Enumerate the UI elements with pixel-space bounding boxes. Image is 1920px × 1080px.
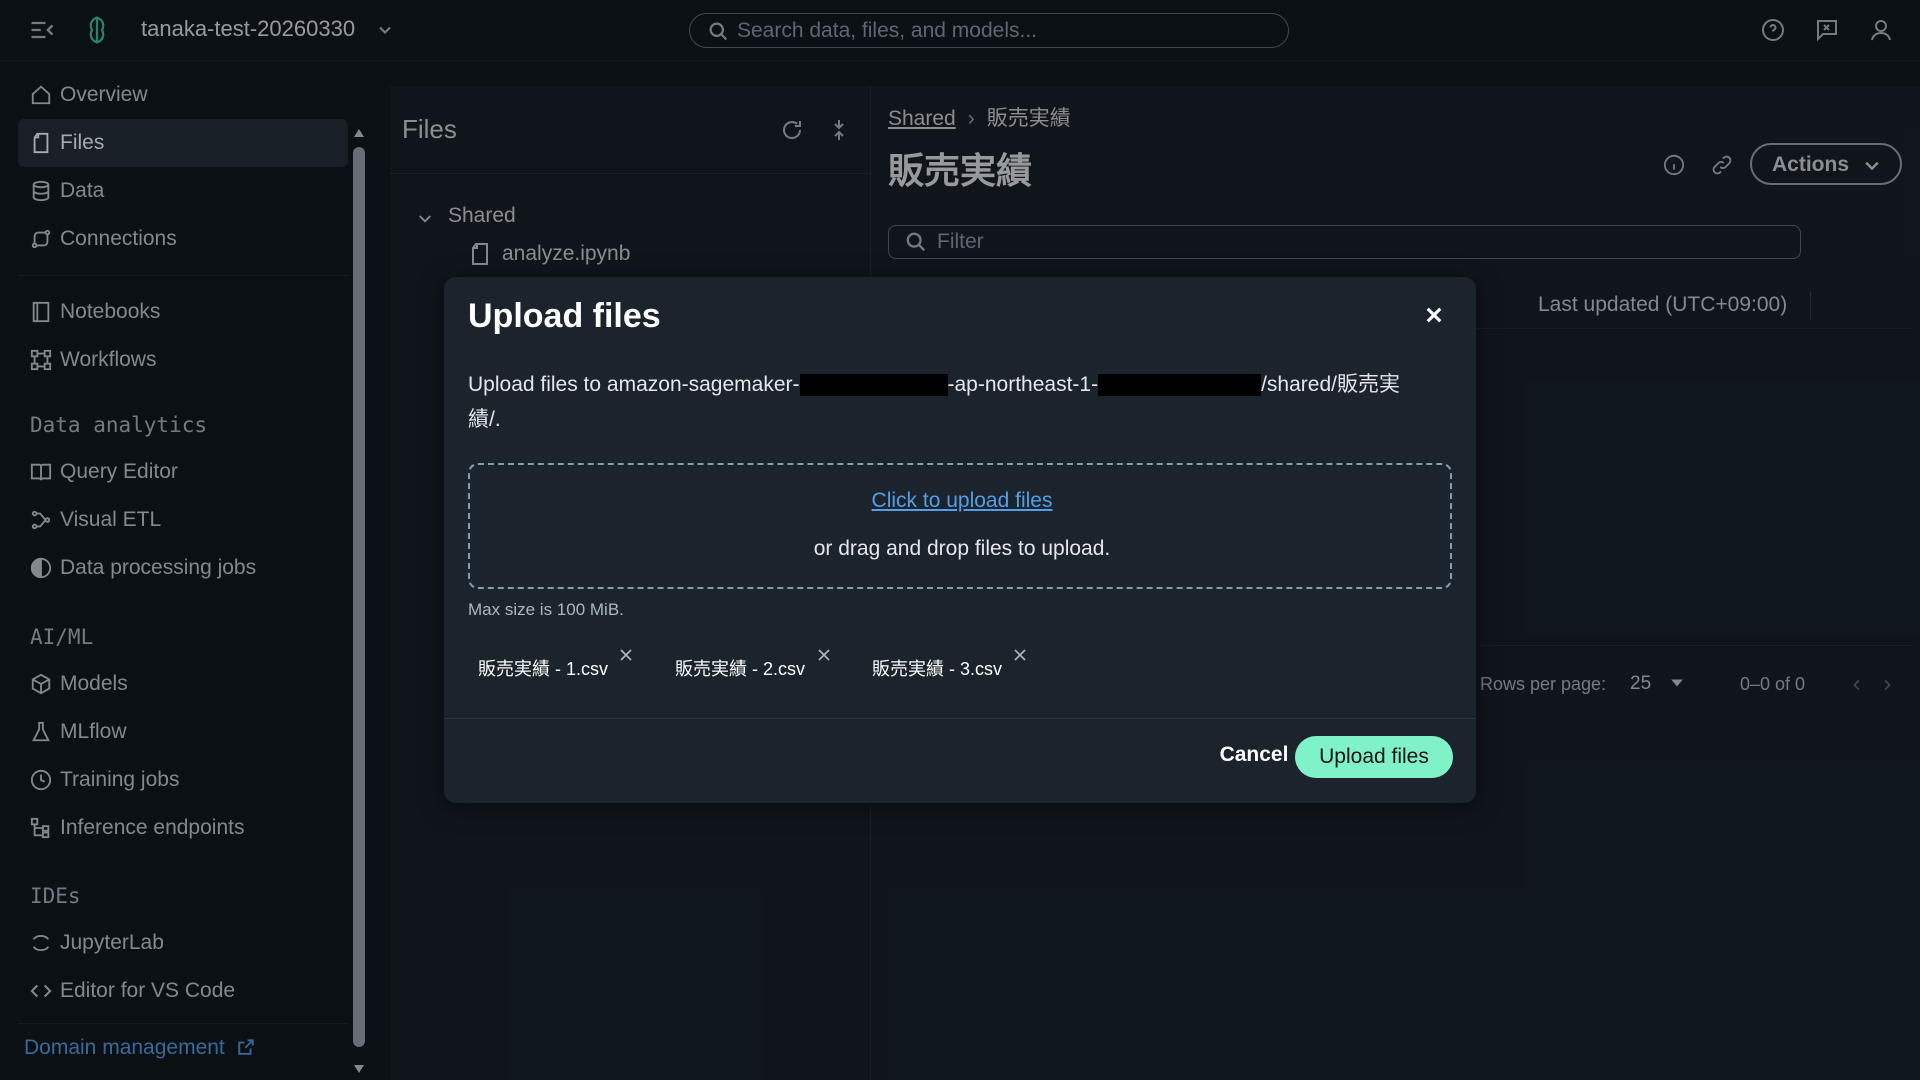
modal-title: Upload files bbox=[468, 297, 661, 335]
drop-instructions: or drag and drop files to upload. bbox=[813, 537, 1111, 560]
destination-prefix: Upload files to amazon-sagemaker- bbox=[468, 373, 800, 396]
modal-footer-divider bbox=[444, 718, 1476, 719]
selected-file-name: 販売実績 - 2.csv bbox=[675, 659, 806, 679]
file-dropzone[interactable]: Click to upload files or drag and drop f… bbox=[468, 463, 1452, 589]
redacted-bucket-id bbox=[1098, 374, 1262, 397]
upload-button-label: Upload files bbox=[1319, 745, 1429, 768]
selected-file-name: 販売実績 - 1.csv bbox=[478, 659, 609, 679]
click-to-upload-link[interactable]: Click to upload files bbox=[470, 489, 1454, 513]
destination-suffix: /shared/販売実 bbox=[1261, 373, 1400, 396]
upload-files-modal: Upload files Upload files to amazon-sage… bbox=[444, 277, 1476, 803]
upload-files-button[interactable]: Upload files bbox=[1295, 736, 1453, 778]
destination-region: -ap-northeast-1- bbox=[947, 373, 1099, 396]
selected-file-chip: 販売実績 - 2.csv bbox=[665, 645, 845, 685]
remove-file-icon[interactable] bbox=[1010, 645, 1030, 665]
destination-suffix-line2: 績/. bbox=[468, 408, 501, 431]
redacted-account-id bbox=[799, 374, 948, 397]
remove-file-icon[interactable] bbox=[814, 645, 834, 665]
max-size-hint: Max size is 100 MiB. bbox=[468, 600, 624, 619]
close-icon[interactable] bbox=[1419, 300, 1449, 330]
upload-destination-text: Upload files to amazon-sagemaker- -ap-nor… bbox=[468, 367, 1458, 437]
selected-file-chip: 販売実績 - 3.csv bbox=[862, 645, 1042, 685]
remove-file-icon[interactable] bbox=[616, 645, 636, 665]
selected-file-chip: 販売実績 - 1.csv bbox=[468, 645, 648, 685]
selected-file-name: 販売実績 - 3.csv bbox=[872, 659, 1003, 679]
